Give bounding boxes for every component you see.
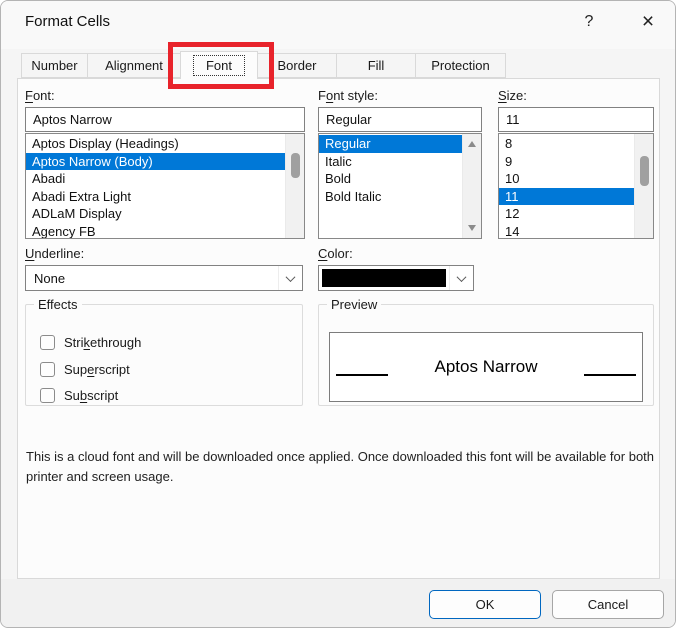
cloud-font-note: This is a cloud font and will be downloa… <box>26 449 655 484</box>
cancel-button[interactable]: Cancel <box>552 590 664 619</box>
preview-box: Aptos Narrow <box>329 332 643 402</box>
scroll-down-icon[interactable] <box>463 220 481 236</box>
subscript-checkbox[interactable] <box>40 387 55 403</box>
tab-font[interactable]: Font <box>180 51 258 79</box>
subscript-row: Subscript <box>40 387 118 403</box>
size-list-item[interactable]: 10 <box>499 170 634 188</box>
font-label: Font: <box>25 88 55 103</box>
color-label: Color: <box>318 246 353 261</box>
font-input[interactable]: Aptos Narrow <box>25 107 305 132</box>
font-list-item-selected[interactable]: Aptos Narrow (Body) <box>26 152 285 171</box>
size-list-scrollbar[interactable] <box>634 134 653 238</box>
size-list-item[interactable]: 14 <box>499 223 634 238</box>
size-input[interactable]: 11 <box>498 107 654 132</box>
font-style-input[interactable]: Regular <box>318 107 482 132</box>
font-list-item[interactable]: Abadi <box>26 170 285 188</box>
chevron-down-icon <box>449 266 473 290</box>
preview-sample-text: Aptos Narrow <box>434 357 538 376</box>
size-list: 8 9 10 11 12 14 <box>498 133 654 239</box>
help-button[interactable]: ? <box>570 5 608 39</box>
superscript-row: Superscript <box>40 361 130 377</box>
superscript-label: Superscript <box>64 361 130 377</box>
font-list-item[interactable]: ADLaM Display <box>26 205 285 223</box>
font-list-item[interactable]: Agency FB <box>26 223 285 238</box>
help-icon: ? <box>584 13 594 30</box>
tab-number[interactable]: Number <box>21 53 88 78</box>
size-list-item[interactable]: 12 <box>499 205 634 223</box>
focus-rect: Font <box>192 55 245 76</box>
underline-dropdown[interactable]: None <box>25 265 303 291</box>
font-list: Aptos Display (Headings) Aptos Narrow (B… <box>25 133 305 239</box>
size-label: Size: <box>498 88 527 103</box>
tabstrip: Number Alignment Font Border Fill Protec… <box>21 51 506 79</box>
chevron-down-icon <box>278 266 302 290</box>
size-list-item-selected[interactable]: 11 <box>499 187 634 206</box>
format-cells-dialog: Format Cells ? × Number Alignment Font B… <box>0 0 676 628</box>
font-style-item[interactable]: Bold <box>319 170 462 188</box>
effects-group-label: Effects <box>38 297 78 312</box>
subscript-label: Subscript <box>64 387 119 403</box>
tab-protection[interactable]: Protection <box>415 53 506 78</box>
ok-button[interactable]: OK <box>429 590 541 619</box>
preview-group: Preview Aptos Narrow <box>318 297 654 406</box>
tab-alignment[interactable]: Alignment <box>87 53 181 78</box>
font-style-item[interactable]: Italic <box>319 153 462 171</box>
size-list-item[interactable]: 8 <box>499 135 634 153</box>
size-list-item[interactable]: 9 <box>499 153 634 171</box>
font-list-item[interactable]: Abadi Extra Light <box>26 188 285 206</box>
color-dropdown[interactable] <box>318 265 474 291</box>
strikethrough-checkbox[interactable] <box>40 334 55 350</box>
font-list-item[interactable]: Aptos Display (Headings) <box>26 135 285 153</box>
close-button[interactable]: × <box>629 5 667 39</box>
close-icon: × <box>641 10 655 33</box>
titlebar: Format Cells ? × <box>1 1 675 49</box>
underline-label: Underline: <box>25 246 85 261</box>
preview-baseline-right <box>584 374 636 376</box>
dialog-title: Format Cells <box>25 13 111 30</box>
strikethrough-row: Strikethrough <box>40 334 141 350</box>
strikethrough-label: Strikethrough <box>64 334 142 350</box>
font-style-list: Regular Italic Bold Bold Italic <box>318 133 482 239</box>
font-style-item[interactable]: Bold Italic <box>319 188 462 206</box>
font-style-item-selected[interactable]: Regular <box>319 135 462 153</box>
scrollbar-thumb[interactable] <box>291 153 300 178</box>
font-style-scrollbar[interactable] <box>462 134 481 238</box>
color-swatch <box>322 269 446 287</box>
superscript-checkbox[interactable] <box>40 361 55 377</box>
effects-group: Effects Strikethrough Superscript Subscr… <box>25 297 303 406</box>
scroll-up-icon[interactable] <box>463 136 481 152</box>
tab-fill[interactable]: Fill <box>336 53 416 78</box>
scrollbar-thumb[interactable] <box>640 156 649 186</box>
tab-border[interactable]: Border <box>257 53 337 78</box>
font-style-label: Font style: <box>318 88 378 103</box>
preview-group-label: Preview <box>331 297 378 312</box>
font-list-scrollbar[interactable] <box>285 134 304 238</box>
